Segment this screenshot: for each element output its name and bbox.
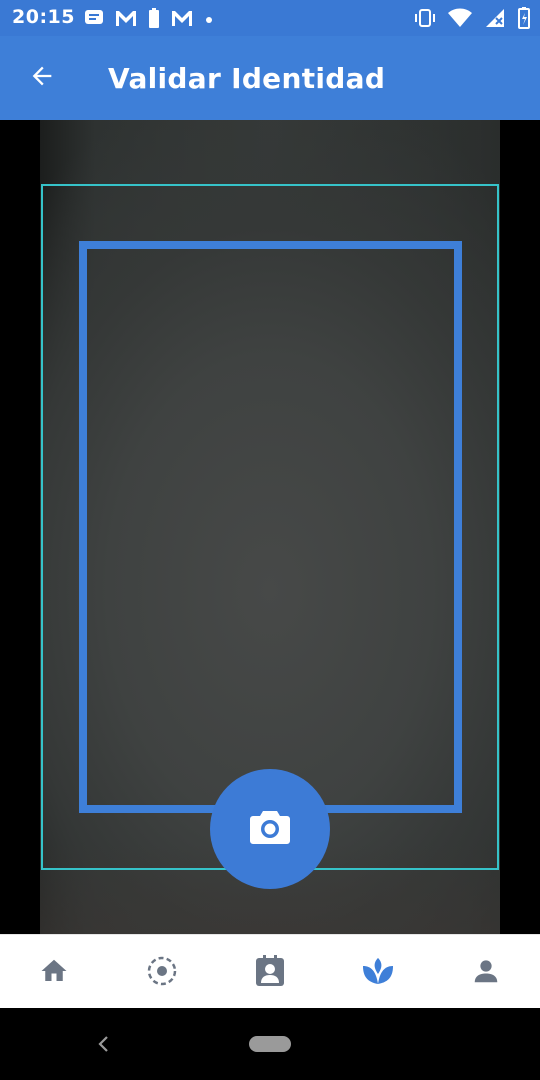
page-title: Validar Identidad: [108, 62, 386, 95]
person-icon: [471, 956, 501, 991]
capture-button[interactable]: [210, 769, 330, 889]
system-navigation-bar: [0, 1008, 540, 1080]
status-notifications: [84, 8, 214, 33]
system-back-icon[interactable]: [92, 1032, 116, 1056]
gmail-icon: [170, 9, 194, 32]
battery-icon: [518, 7, 530, 34]
contact-card-icon: [255, 954, 285, 992]
nav-profile[interactable]: [464, 951, 508, 995]
vibrate-icon: [414, 8, 436, 33]
dot-icon: [204, 12, 214, 30]
app-bar: Validar Identidad: [0, 36, 540, 120]
gmail-icon: [114, 9, 138, 32]
signal-icon: [484, 8, 506, 33]
document-frame-guide: [79, 241, 462, 813]
arrow-left-icon: [28, 62, 56, 95]
camera-preview: [0, 120, 540, 934]
back-button[interactable]: [22, 58, 62, 98]
status-bar: 20:15: [0, 0, 540, 36]
nav-wellness[interactable]: [356, 951, 400, 995]
nav-target[interactable]: [140, 951, 184, 995]
bottom-navigation: [0, 934, 540, 1008]
status-time: 20:15: [12, 6, 75, 28]
camera-icon: [248, 807, 292, 852]
lotus-icon: [361, 956, 395, 991]
system-home-pill[interactable]: [249, 1036, 291, 1052]
home-icon: [39, 956, 69, 991]
nav-home[interactable]: [32, 951, 76, 995]
message-icon: [84, 9, 104, 32]
nav-contacts[interactable]: [248, 951, 292, 995]
wifi-icon: [448, 8, 472, 33]
battery-icon: [148, 8, 160, 33]
target-icon: [146, 955, 178, 992]
status-right: [414, 7, 530, 34]
